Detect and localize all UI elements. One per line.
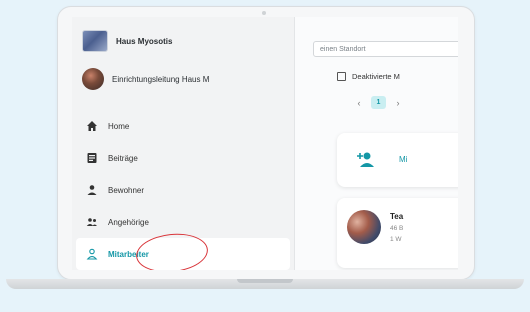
page-number-button[interactable]: 1 [371,96,386,109]
sidebar-item-label: Beiträge [108,153,138,163]
staff-icon [86,248,98,260]
add-staff-card[interactable]: Mi [337,133,458,187]
sidebar-item-label: Home [108,121,130,131]
prev-page-button[interactable]: ‹ [353,98,365,108]
pagination: ‹ 1 › [353,96,404,109]
sidebar-item-residents[interactable]: Bewohner [76,174,290,206]
org-switcher[interactable]: Haus Myosotis [82,30,172,52]
sidebar-item-posts[interactable]: Beiträge [76,142,290,174]
main-content: einen Standort Deaktivierte M ‹ 1 › Mi T… [295,17,458,270]
sidebar-item-label: Bewohner [108,185,145,195]
posts-icon [86,152,98,164]
org-logo [82,30,108,52]
team-title: Tea [390,212,404,221]
user-role: Einrichtungsleitung Haus M [112,74,210,84]
avatar [82,68,104,90]
team-card[interactable]: Tea 46 B 1 W [337,198,458,268]
team-meta-1: 46 B [390,225,404,232]
team-meta-2: 1 W [390,236,402,243]
resident-icon [86,184,98,196]
relatives-icon [86,216,98,228]
camera-dot [262,11,266,15]
org-name: Haus Myosotis [116,36,173,46]
sidebar-item-label: Angehörige [108,217,149,227]
deactivated-label: Deaktivierte M [352,72,400,81]
deactivated-checkbox[interactable] [337,72,346,81]
sidebar-item-home[interactable]: Home [76,110,290,142]
sidebar: Haus Myosotis Einrichtungsleitung Haus M… [72,17,295,270]
laptop-notch [237,279,293,283]
deactivated-filter[interactable]: Deaktivierte M [337,72,400,81]
app-screen: Haus Myosotis Einrichtungsleitung Haus M… [72,17,458,270]
user-profile[interactable]: Einrichtungsleitung Haus M [82,68,209,90]
add-staff-label: Mi [399,155,408,164]
home-icon [86,120,98,132]
location-select[interactable]: einen Standort [313,41,458,57]
team-photo [347,210,381,244]
next-page-button[interactable]: › [392,98,404,108]
add-user-icon [357,150,377,170]
